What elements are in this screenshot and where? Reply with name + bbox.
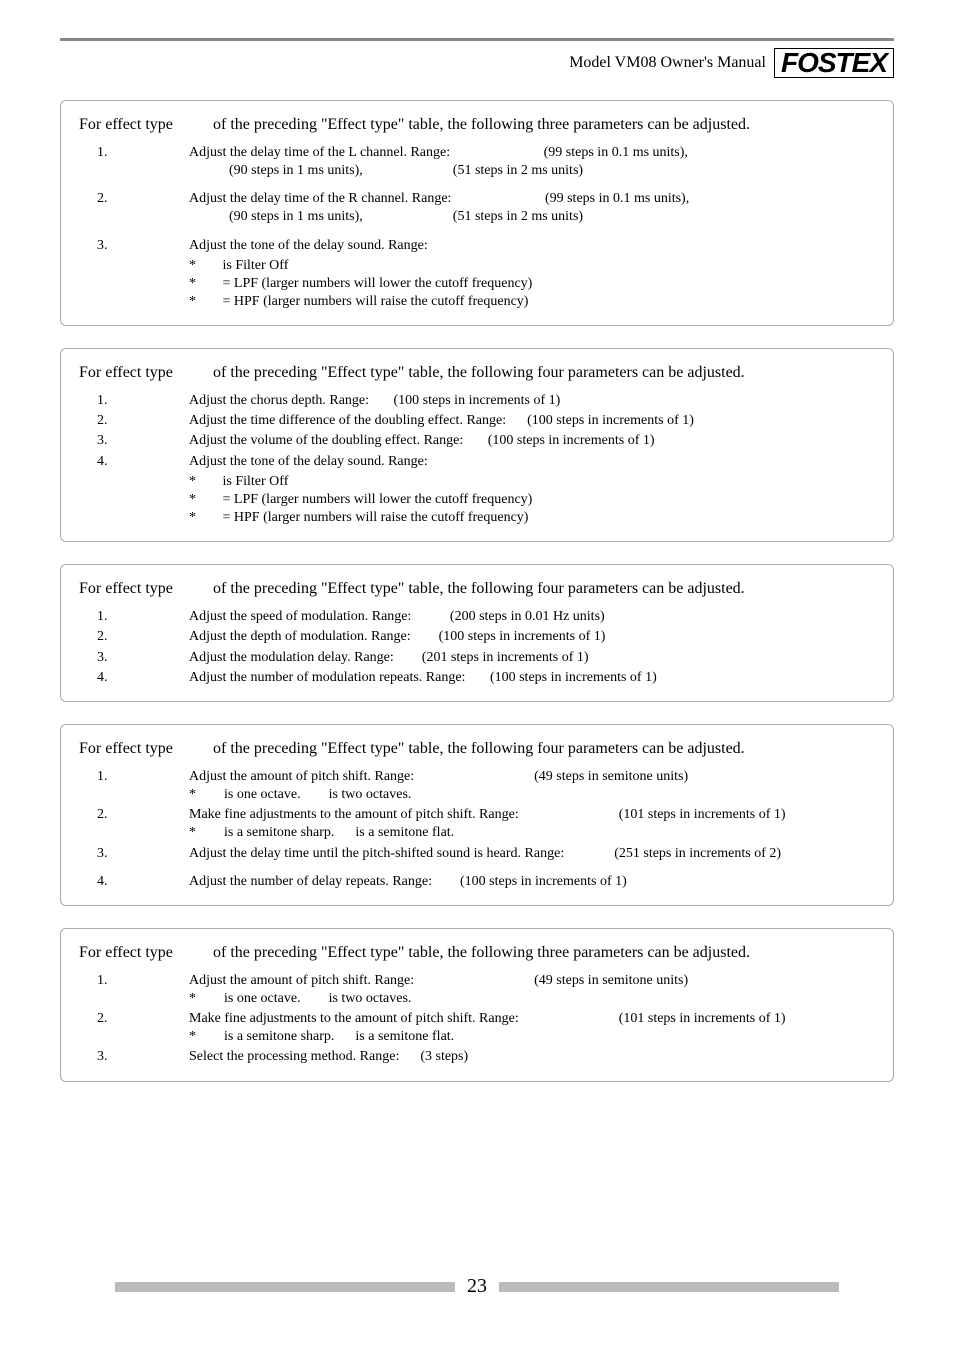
section-intro: For effect type of the preceding "Effect… (79, 363, 875, 384)
bullet-item: = HPF (larger numbers will raise the cut… (189, 509, 875, 527)
param-body: Adjust the number of modulation repeats.… (189, 669, 875, 687)
param-body: Select the processing method. Range: (3 … (189, 1048, 875, 1066)
param-row: 1. Adjust the chorus depth. Range: (100 … (79, 392, 875, 410)
footer-bar-right (499, 1282, 839, 1292)
section-intro: For effect type of the preceding "Effect… (79, 739, 875, 760)
footer-bar-left (115, 1282, 455, 1292)
content: For effect type of the preceding "Effect… (60, 100, 894, 1104)
param-num: 4. (79, 669, 189, 687)
param-body: Adjust the delay time until the pitch-sh… (189, 845, 875, 863)
param-body: Adjust the amount of pitch shift. Range:… (189, 972, 875, 1008)
page-number: 23 (467, 1275, 487, 1298)
param-row: 1. Adjust the delay time of the L channe… (79, 144, 875, 180)
param-row: 1. Adjust the amount of pitch shift. Ran… (79, 768, 875, 804)
param-body: Adjust the modulation delay. Range: (201… (189, 649, 875, 667)
param-body: Adjust the volume of the doubling effect… (189, 432, 875, 450)
param-num: 4. (79, 453, 189, 528)
param-num: 3. (79, 649, 189, 667)
param-num: 3. (79, 1048, 189, 1066)
param-row: 3. Adjust the modulation delay. Range: (… (79, 649, 875, 667)
param-body: Adjust the tone of the delay sound. Rang… (189, 453, 875, 528)
brand-logo: FOSTEX (774, 48, 894, 78)
param-num: 1. (79, 768, 189, 804)
param-num: 1. (79, 392, 189, 410)
param-num: 2. (79, 190, 189, 226)
section-box: For effect type of the preceding "Effect… (60, 724, 894, 906)
param-num: 2. (79, 806, 189, 842)
param-body: Adjust the speed of modulation. Range: (… (189, 608, 875, 626)
section-box: For effect type of the preceding "Effect… (60, 348, 894, 542)
bullet-list: is Filter Off = LPF (larger numbers will… (189, 257, 875, 312)
param-num: 2. (79, 412, 189, 430)
intro-rest: of the preceding "Effect type" table, th… (213, 740, 745, 757)
param-num: 2. (79, 628, 189, 646)
section-box: For effect type of the preceding "Effect… (60, 564, 894, 702)
param-body: Adjust the tone of the delay sound. Rang… (189, 237, 875, 312)
bullet-list: is Filter Off = LPF (larger numbers will… (189, 473, 875, 528)
section-box: For effect type of the preceding "Effect… (60, 928, 894, 1082)
section-intro: For effect type of the preceding "Effect… (79, 943, 875, 964)
bullet-item: = LPF (larger numbers will lower the cut… (189, 275, 875, 293)
section-box: For effect type of the preceding "Effect… (60, 100, 894, 326)
bullet-item: = LPF (larger numbers will lower the cut… (189, 491, 875, 509)
intro-rest: of the preceding "Effect type" table, th… (213, 364, 745, 381)
param-row: 2. Adjust the depth of modulation. Range… (79, 628, 875, 646)
param-row: 1. Adjust the speed of modulation. Range… (79, 608, 875, 626)
param-row: 3. Adjust the volume of the doubling eff… (79, 432, 875, 450)
param-text: Adjust the tone of the delay sound. Rang… (189, 454, 428, 469)
intro-lead: For effect type (79, 115, 209, 136)
intro-rest: of the preceding "Effect type" table, th… (213, 944, 750, 961)
bullet-item: is Filter Off (189, 257, 875, 275)
bullet-item: is Filter Off (189, 473, 875, 491)
section-intro: For effect type of the preceding "Effect… (79, 579, 875, 600)
param-body: Adjust the chorus depth. Range: (100 ste… (189, 392, 875, 410)
header-rule (60, 38, 894, 41)
param-body: Adjust the time difference of the doubli… (189, 412, 875, 430)
param-body: Adjust the number of delay repeats. Rang… (189, 873, 875, 891)
param-num: 3. (79, 432, 189, 450)
page-number-wrap: 23 (0, 1275, 954, 1298)
bullet-item: = HPF (larger numbers will raise the cut… (189, 293, 875, 311)
param-body: Adjust the depth of modulation. Range: (… (189, 628, 875, 646)
intro-lead: For effect type (79, 943, 209, 964)
param-row: 3. Select the processing method. Range: … (79, 1048, 875, 1066)
param-num: 3. (79, 845, 189, 863)
param-row: 2. Adjust the delay time of the R channe… (79, 190, 875, 226)
intro-rest: of the preceding "Effect type" table, th… (213, 580, 745, 597)
param-row: 4. Adjust the tone of the delay sound. R… (79, 453, 875, 528)
manual-title: Model VM08 Owner's Manual (569, 54, 766, 72)
page: Model VM08 Owner's Manual FOSTEX For eff… (0, 0, 954, 1348)
param-num: 2. (79, 1010, 189, 1046)
intro-lead: For effect type (79, 363, 209, 384)
intro-rest: of the preceding "Effect type" table, th… (213, 116, 750, 133)
intro-lead: For effect type (79, 739, 209, 760)
param-num: 1. (79, 144, 189, 180)
param-num: 1. (79, 608, 189, 626)
param-num: 3. (79, 237, 189, 312)
param-row: 3. Adjust the tone of the delay sound. R… (79, 237, 875, 312)
param-row: 3. Adjust the delay time until the pitch… (79, 845, 875, 863)
param-row: 4. Adjust the number of delay repeats. R… (79, 873, 875, 891)
param-num: 1. (79, 972, 189, 1008)
param-row: 1. Adjust the amount of pitch shift. Ran… (79, 972, 875, 1008)
param-body: Adjust the delay time of the L channel. … (189, 144, 875, 180)
intro-lead: For effect type (79, 579, 209, 600)
page-header: Model VM08 Owner's Manual FOSTEX (569, 48, 894, 78)
param-row: 2. Make fine adjustments to the amount o… (79, 1010, 875, 1046)
param-body: Adjust the delay time of the R channel. … (189, 190, 875, 226)
param-text: Adjust the tone of the delay sound. Rang… (189, 238, 428, 253)
param-body: Make fine adjustments to the amount of p… (189, 806, 875, 842)
section-intro: For effect type of the preceding "Effect… (79, 115, 875, 136)
param-row: 2. Adjust the time difference of the dou… (79, 412, 875, 430)
param-body: Adjust the amount of pitch shift. Range:… (189, 768, 875, 804)
param-num: 4. (79, 873, 189, 891)
param-row: 2. Make fine adjustments to the amount o… (79, 806, 875, 842)
param-body: Make fine adjustments to the amount of p… (189, 1010, 875, 1046)
param-row: 4. Adjust the number of modulation repea… (79, 669, 875, 687)
